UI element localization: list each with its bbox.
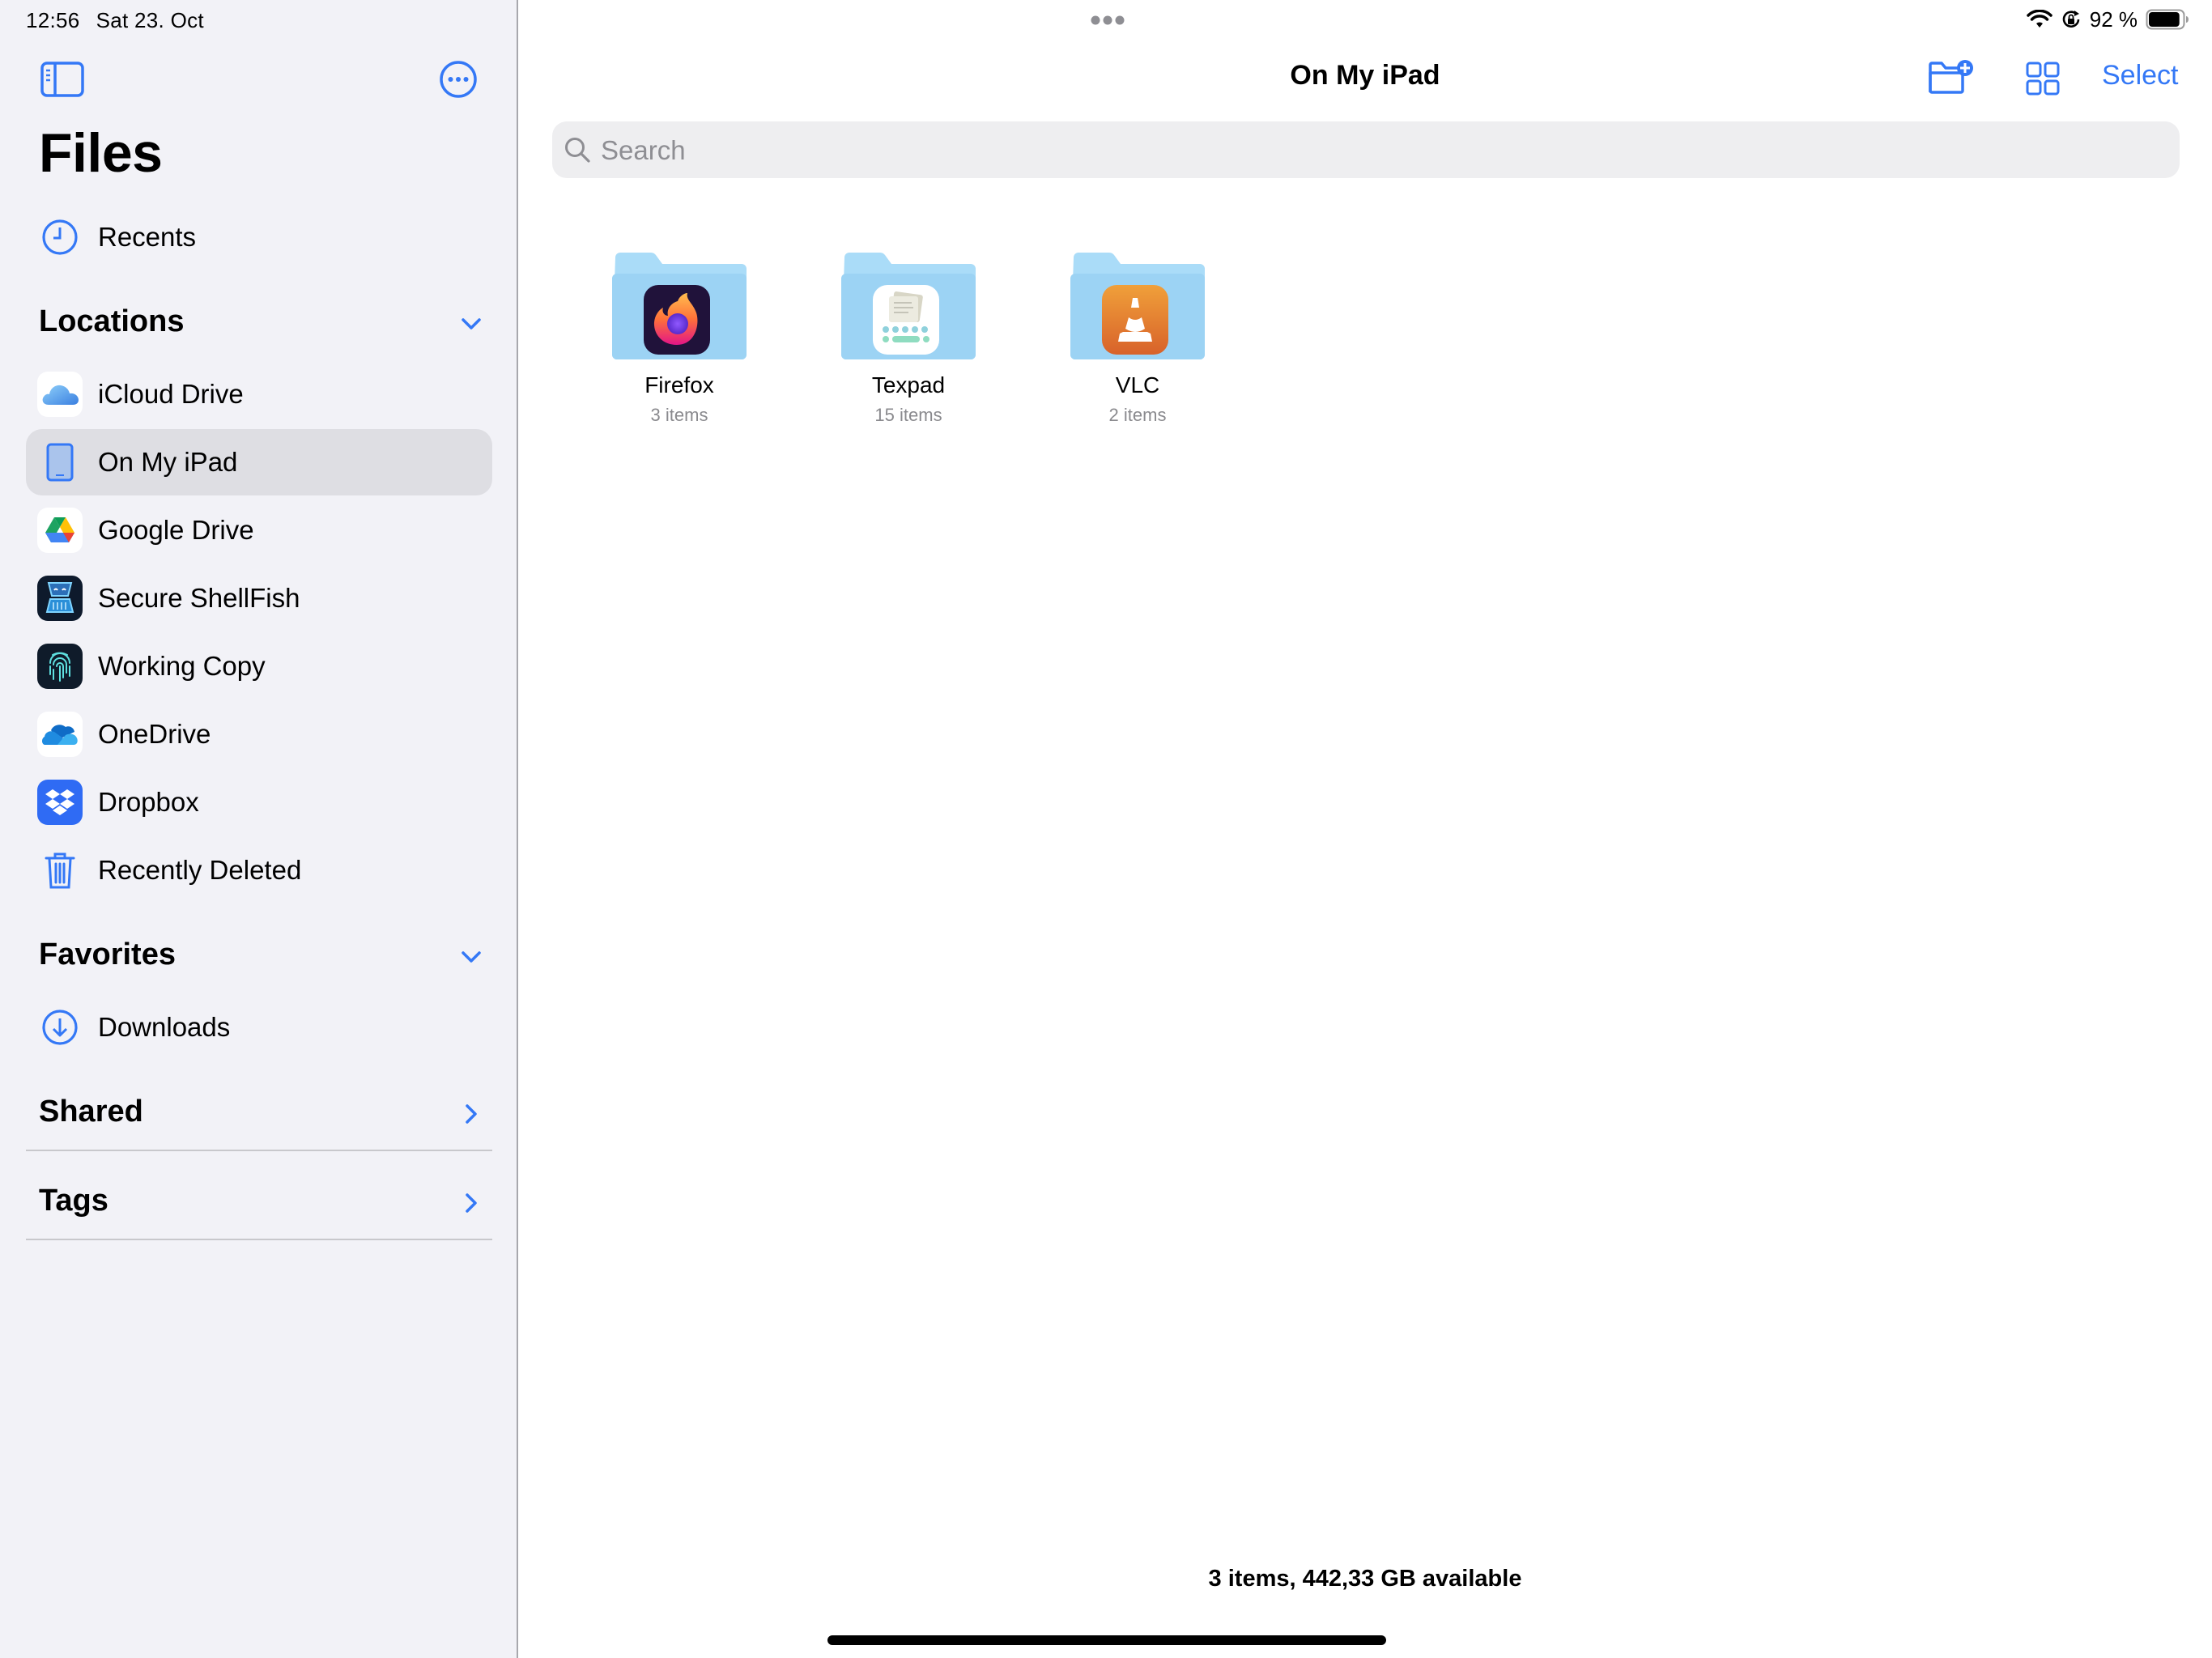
sidebar-item-onedrive[interactable]: OneDrive [26,701,492,767]
folder-item-count: 15 items [874,405,942,425]
chevron-right-icon [466,1193,477,1213]
select-button[interactable]: Select [2102,60,2179,91]
status-bar-left: 12:56 Sat 23. Oct [26,8,204,33]
download-circle-icon [42,1010,78,1045]
sidebar-item-label: Downloads [98,1012,231,1042]
ellipsis-icon [1091,15,1125,25]
texpad-icon [873,285,939,355]
folder-name: Firefox [644,372,714,397]
folder-item-vlc[interactable]: VLC 2 items [1044,251,1231,437]
sidebar-item-recents[interactable]: Recents [26,204,492,270]
sidebar-item-working-copy[interactable]: Working Copy [26,633,492,699]
chevron-down-icon [462,951,481,963]
divider [26,1239,492,1240]
new-folder-button[interactable] [1927,58,1976,97]
status-bar-right: 92 % [2026,6,2189,32]
folder-name: Texpad [871,372,946,397]
sidebar-item-label: Google Drive [98,515,254,545]
sidebar-item-dropbox[interactable]: Dropbox [26,769,492,835]
sidebar-toggle-button[interactable] [40,62,84,97]
sidebar-toggle-icon [40,62,84,97]
sidebar-item-downloads[interactable]: Downloads [26,994,492,1061]
ellipsis-circle-icon [440,61,477,98]
folder-name: VLC [1115,372,1160,397]
search-icon [565,138,590,163]
folder-item-count: 3 items [650,405,708,425]
sidebar-item-google-drive[interactable]: Google Drive [26,497,492,563]
status-time: 12:56 [26,8,80,32]
sidebar-item-label: Recently Deleted [98,855,302,885]
storage-summary: 3 items, 442,33 GB available [1208,1566,1522,1592]
status-date: Sat 23. Oct [96,8,204,32]
battery-icon [2146,9,2189,30]
multitasking-menu-button[interactable] [1090,15,1125,26]
sidebar-item-label: Secure ShellFish [98,583,300,613]
search-field[interactable] [552,121,2180,180]
sidebar-title: Files [39,122,163,184]
battery-percent: 92 % [2089,6,2138,32]
ipad-icon [46,443,74,482]
chevron-right-icon [466,1104,477,1124]
sidebar-item-label: Working Copy [98,651,266,681]
sidebar-item-on-my-ipad[interactable]: On My iPad [26,429,492,495]
section-title: Shared [39,1095,143,1129]
folder-badge-plus-icon [1929,60,1973,94]
sidebar: 12:56 Sat 23. Oct Files Recents Location… [0,0,518,1658]
folder-item-firefox[interactable]: Firefox 3 items [586,251,772,437]
more-options-button[interactable] [439,60,478,99]
clock-icon [42,219,78,255]
sidebar-item-label: Dropbox [98,787,199,817]
vlc-icon [1102,285,1168,355]
section-header-shared[interactable]: Shared [39,1090,492,1138]
sidebar-item-label: Recents [98,222,197,252]
chevron-down-icon [462,318,481,329]
sidebar-item-recently-deleted[interactable]: Recently Deleted [26,837,492,903]
section-header-favorites[interactable]: Favorites [39,933,492,981]
working-copy-icon [37,644,83,689]
search-input[interactable] [599,121,2141,180]
icloud-icon [37,372,83,417]
sidebar-item-label: iCloud Drive [98,379,244,409]
google-drive-icon [37,508,83,553]
section-title: Tags [39,1184,108,1218]
sidebar-item-secure-shellfish[interactable]: Secure ShellFish [26,565,492,631]
folder-item-texpad[interactable]: Texpad 15 items [815,251,1002,437]
sidebar-item-icloud-drive[interactable]: iCloud Drive [26,361,492,427]
section-header-locations[interactable]: Locations [39,300,492,348]
divider [26,1150,492,1151]
grid-view-icon [2026,62,2060,96]
firefox-icon [644,285,710,355]
orientation-lock-icon [2062,11,2080,28]
dropbox-icon [37,780,83,825]
onedrive-icon [37,712,83,757]
sidebar-item-label: On My iPad [98,447,238,477]
sidebar-item-label: OneDrive [98,719,211,749]
secure-shellfish-icon [37,576,83,621]
home-indicator[interactable] [827,1635,1386,1645]
wifi-icon [2026,10,2052,28]
view-options-button[interactable] [2026,62,2060,96]
section-title: Favorites [39,937,176,971]
section-title: Locations [39,304,185,338]
folder-item-count: 2 items [1108,405,1167,425]
trash-icon [45,852,75,889]
section-header-tags[interactable]: Tags [39,1179,492,1227]
